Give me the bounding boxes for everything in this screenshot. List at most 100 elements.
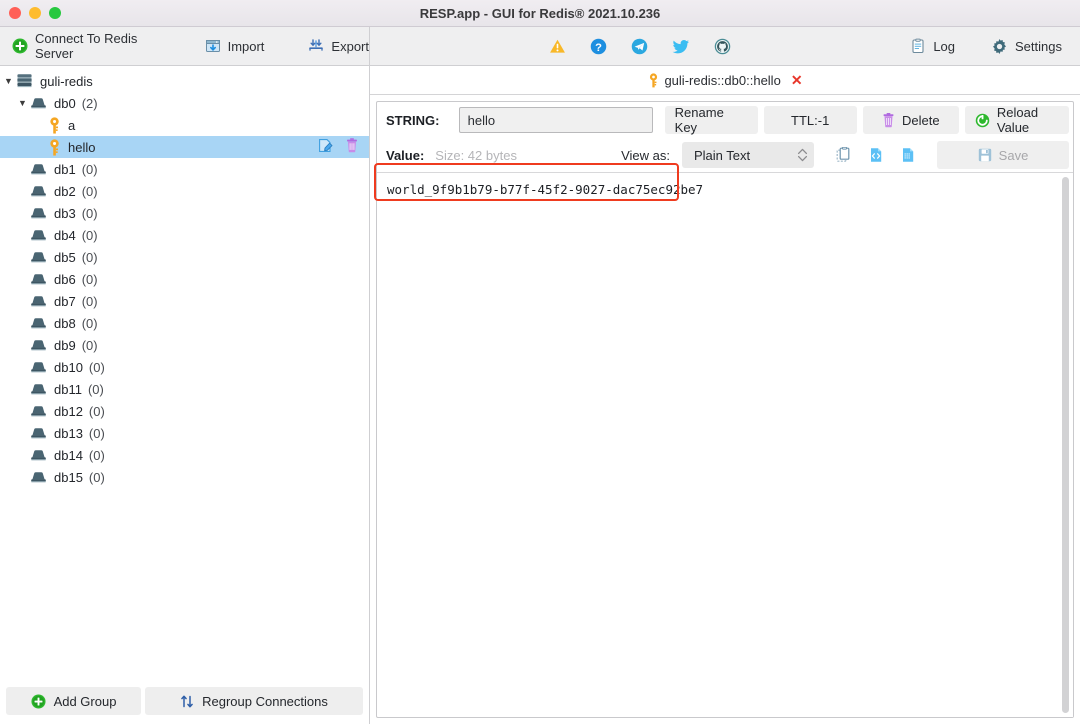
tree-database-db13[interactable]: db13(0) [0,422,369,444]
tree-node-label: hello [68,140,95,155]
tree-key-hello[interactable]: hello [0,136,369,158]
value-scrollbar-thumb[interactable] [1062,177,1069,713]
tree-database-db5[interactable]: db5(0) [0,246,369,268]
title-bar: RESP.app - GUI for Redis® 2021.10.236 [0,0,1080,27]
view-as-select[interactable]: Plain Text [682,142,814,168]
tree-database-db14[interactable]: db14 (0) [0,444,369,466]
warning-icon[interactable] [549,38,566,55]
window-controls [0,7,61,19]
tree-database-db15[interactable]: db15(0) [0,466,369,488]
view-as-label: View as: [621,148,670,163]
app-window: RESP.app - GUI for Redis® 2021.10.236 Co… [0,0,1080,724]
tree-row-actions [318,138,359,156]
delete-key-icon[interactable] [345,138,359,156]
tree-database-db1[interactable]: db1(0) [0,158,369,180]
tree-node-label: db6 [54,272,76,287]
tree-node-count: (0) [82,206,98,221]
delete-key-button[interactable]: Delete [863,106,959,134]
chevron-updown-icon [797,147,808,163]
twitter-icon[interactable] [672,38,690,55]
connect-to-redis-server-button[interactable]: Connect To Redis Server [12,31,149,61]
gear-icon [991,38,1008,55]
tree-database-db10[interactable]: db10(0) [0,356,369,378]
copy-icon[interactable] [836,147,851,163]
binary-view-icon[interactable] [901,147,915,163]
tree-database-db11[interactable]: db11(0) [0,378,369,400]
edit-key-icon[interactable] [318,138,333,156]
tree-node-count: (0) [82,338,98,353]
value-tool-icons [836,147,915,163]
close-window-button[interactable] [9,7,21,19]
tree-node-label: db0 [54,96,76,111]
tree-database-db8[interactable]: db8 (0) [0,312,369,334]
settings-button[interactable]: Settings [991,38,1062,55]
tree-database-db2[interactable]: db2(0) [0,180,369,202]
value-scrollbar[interactable] [1058,173,1073,717]
regroup-connections-button[interactable]: Regroup Connections [145,687,363,715]
tree-node-label: db8 [54,316,76,331]
connections-tree[interactable]: ▼guli-redis▼db0(2)ahellodb1(0)db2(0)db3(… [0,66,369,684]
import-button[interactable]: Import [205,38,265,54]
tree-node-count: (0) [89,448,105,463]
add-group-label: Add Group [54,694,117,709]
window-title: RESP.app - GUI for Redis® 2021.10.236 [0,6,1080,21]
tree-node-count: (0) [88,382,104,397]
ttl-button[interactable]: TTL:-1 [764,106,857,134]
disclosure-triangle-icon[interactable]: ▼ [2,76,15,86]
export-button[interactable]: Export [308,38,369,54]
trash-icon [882,113,895,128]
tree-node-count: (0) [82,316,98,331]
add-group-button[interactable]: Add Group [6,687,141,715]
tree-database-db4[interactable]: db4(0) [0,224,369,246]
tree-connection-guli-redis[interactable]: ▼guli-redis [0,70,369,92]
tree-database-db0[interactable]: ▼db0(2) [0,92,369,114]
rename-key-button[interactable]: Rename Key [665,106,758,134]
minimize-window-button[interactable] [29,7,41,19]
database-icon [29,382,48,396]
tree-node-label: db14 [54,448,83,463]
key-name-input[interactable] [459,107,653,133]
tree-database-db7[interactable]: db7(0) [0,290,369,312]
database-icon [29,338,48,352]
tree-node-count: (0) [82,162,98,177]
tree-node-label: db2 [54,184,76,199]
tree-database-db3[interactable]: db3(0) [0,202,369,224]
help-icon[interactable]: ? [590,38,607,55]
value-text-editor[interactable]: world_9f9b1b79-b77f-45f2-9027-dac75ec92b… [377,173,1058,717]
settings-button-label: Settings [1015,39,1062,54]
tree-node-label: a [68,118,75,133]
database-icon [29,448,48,462]
tree-key-a[interactable]: a [0,114,369,136]
import-button-label: Import [228,39,265,54]
value-editor-wrap: world_9f9b1b79-b77f-45f2-9027-dac75ec92b… [377,172,1073,717]
zoom-window-button[interactable] [49,7,61,19]
database-icon [29,184,48,198]
key-icon [647,73,660,88]
import-icon [205,38,221,54]
disclosure-triangle-icon[interactable]: ▼ [16,98,29,108]
tab-close-icon[interactable]: ✕ [791,73,803,87]
key-view-pane: guli-redis::db0::hello ✕ STRING: Rename … [370,66,1080,724]
telegram-icon[interactable] [631,38,648,55]
tree-node-label: db12 [54,404,83,419]
tree-database-db12[interactable]: db12(0) [0,400,369,422]
tree-node-label: db13 [54,426,83,441]
database-icon [29,426,48,440]
log-button[interactable]: Log [910,38,955,54]
save-value-button[interactable]: Save [937,141,1069,169]
tree-node-label: db10 [54,360,83,375]
code-view-icon[interactable] [869,147,883,163]
delete-key-label: Delete [902,113,940,128]
database-icon [29,316,48,330]
database-icon [29,360,48,374]
export-button-label: Export [331,39,369,54]
github-icon[interactable] [714,38,731,55]
reload-value-button[interactable]: Reload Value [965,106,1069,134]
tab-guli-redis-db0-hello[interactable]: guli-redis::db0::hello ✕ [647,73,802,88]
tree-database-db6[interactable]: db6(0) [0,268,369,290]
database-icon [29,162,48,176]
sort-arrows-icon [180,694,194,709]
tree-database-db9[interactable]: db9(0) [0,334,369,356]
log-icon [910,38,926,54]
database-icon [29,250,48,264]
